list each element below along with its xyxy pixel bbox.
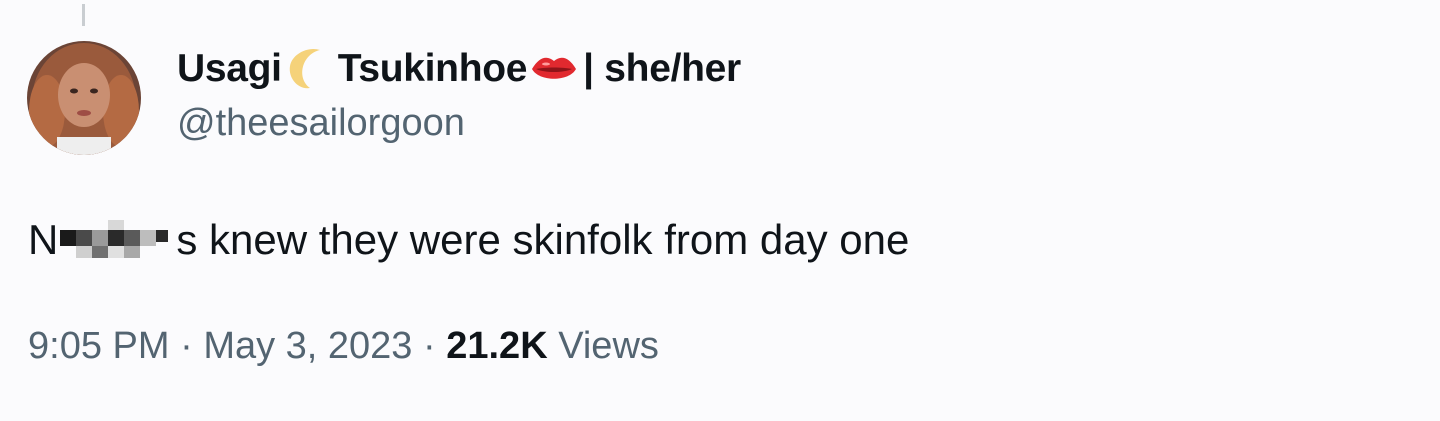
views-label: Views (558, 325, 659, 367)
meta-separator: · (180, 325, 193, 367)
tweet-text-prefix: N (28, 216, 59, 263)
views-count[interactable]: 21.2K (446, 325, 547, 367)
avatar[interactable] (27, 41, 141, 155)
display-name[interactable]: Usagi Tsukinhoe | she/her (177, 44, 743, 94)
tweet-date[interactable]: May 3, 2023 (203, 325, 412, 367)
kiss-mark-icon (529, 44, 579, 94)
tweet-meta: 9:05 PM · May 3, 2023 · 21.2K Views (28, 325, 659, 368)
tweet-header: Usagi Tsukinhoe | she/her @theesailorgoo… (177, 44, 743, 145)
tweet-text-suffix: s knew they were skinfolk from day one (176, 216, 910, 263)
pronouns: | she/her (583, 47, 741, 90)
tweet-text: N s knew they were skinfolk from day one (28, 216, 909, 264)
user-handle[interactable]: @theesailorgoon (177, 102, 743, 145)
display-name-part1: Usagi (177, 47, 282, 90)
thread-connector-line (82, 4, 85, 26)
display-name-part2: Tsukinhoe (337, 47, 528, 90)
censor-pixelation (60, 220, 170, 260)
tweet-time[interactable]: 9:05 PM (28, 325, 170, 367)
crescent-moon-icon (286, 44, 336, 94)
avatar-image (27, 41, 141, 155)
meta-separator: · (423, 325, 436, 367)
